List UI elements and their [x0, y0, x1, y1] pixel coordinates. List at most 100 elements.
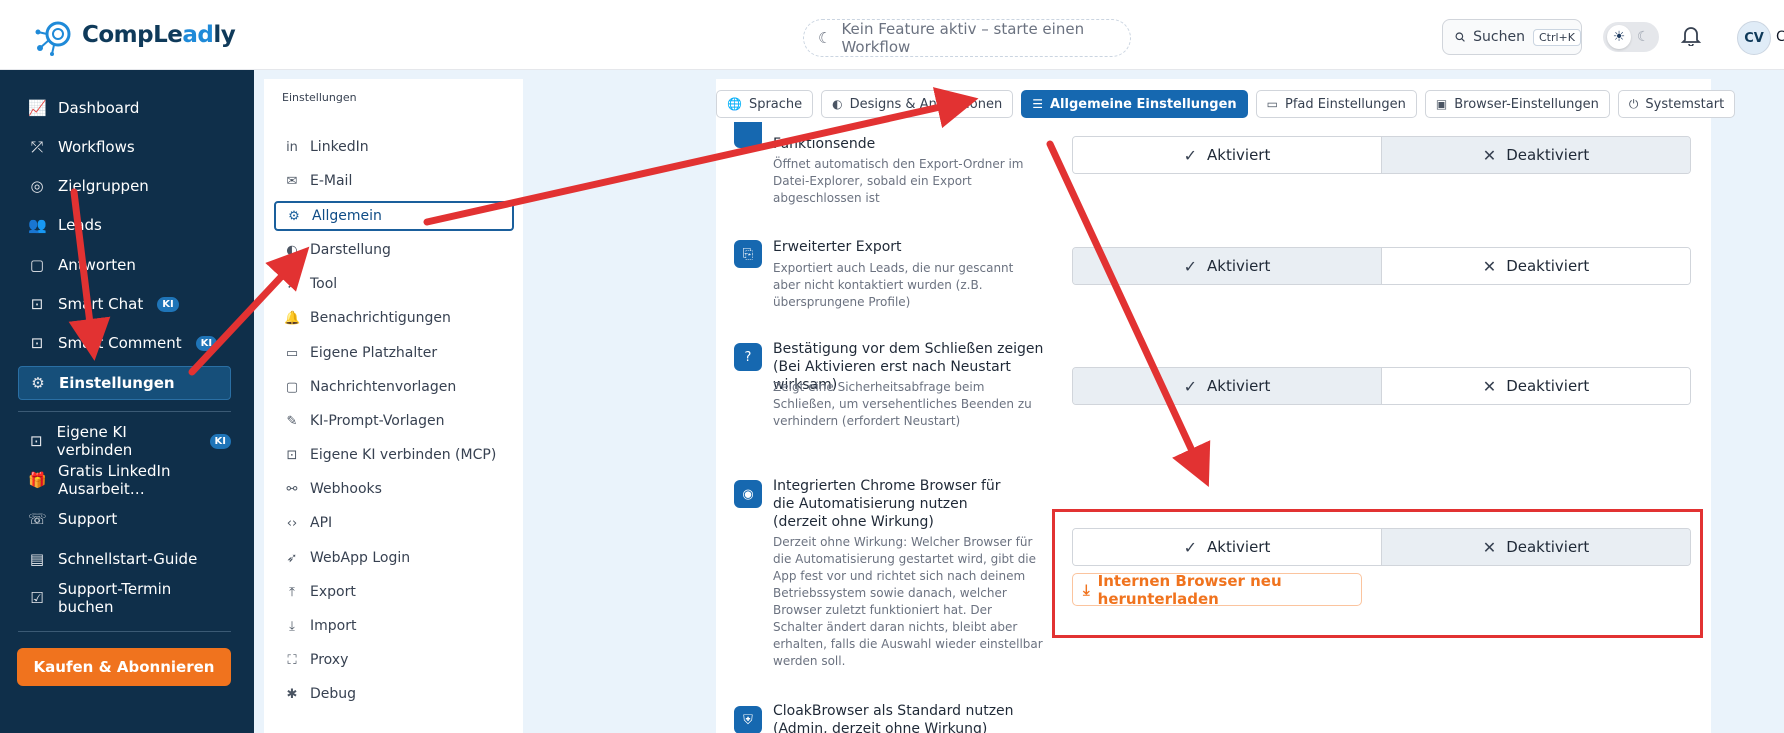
code-icon: ‹› [286, 515, 298, 531]
ki-badge: KI [157, 296, 179, 312]
check-icon: ✓ [1183, 256, 1198, 276]
toggle-deactivated-button[interactable]: ✕ Deaktiviert [1381, 368, 1690, 404]
toggle-deactivated-button[interactable]: ✕ Deaktiviert [1381, 137, 1690, 173]
tab-designs-animationen[interactable]: ◐ Designs & Animationen [821, 90, 1014, 118]
message-icon: ▢ [29, 256, 45, 274]
bot-icon: ⊡ [286, 447, 298, 463]
import-icon: ⤓ [289, 618, 295, 634]
calendar-icon: ☑ [30, 589, 44, 607]
sidebar-item-leads[interactable]: 👥 Leads [18, 208, 231, 242]
settings-menu-item-proxy[interactable]: ⛶ Proxy [274, 645, 514, 675]
bot-icon: ⊡ [30, 334, 44, 352]
toggle-bestaetigung: ✓ Aktiviert ✕ Deaktiviert [1072, 367, 1691, 405]
user-name-fragment: C [1776, 29, 1784, 45]
sidebar-item-einstellungen[interactable]: ⚙ Einstellungen [18, 366, 231, 400]
toggle-activated-button[interactable]: ✓ Aktiviert [1073, 137, 1381, 173]
settings-menu-item-benachrichtigungen[interactable]: 🔔 Benachrichtigungen [274, 303, 514, 333]
setting-desc-bestaetigung: Zeigt eine Sicherheitsabfrage beim Schli… [773, 380, 1032, 428]
sidebar-item-workflows[interactable]: ⤱ Workflows [18, 130, 231, 164]
target-icon: ◎ [30, 177, 44, 195]
search-icon [1455, 32, 1465, 42]
toggle-activated-button[interactable]: ✓ Aktiviert [1073, 248, 1381, 284]
settings-menu-item-darstellung[interactable]: ◐ Darstellung [274, 235, 514, 265]
ki-badge: KI [195, 335, 218, 351]
sidebar-item-dashboard[interactable]: 📈 Dashboard [18, 91, 231, 125]
settings-menu-item-eigene-platzhalter[interactable]: ▭ Eigene Platzhalter [274, 338, 514, 368]
linkedin-icon: in [286, 139, 298, 155]
settings-menu-item-eigene-ki-verbinden-mcp[interactable]: ⊡ Eigene KI verbinden (MCP) [274, 440, 514, 470]
sliders-icon: ☰ [1032, 97, 1043, 111]
close-icon: ✕ [1482, 145, 1497, 165]
bot-icon: ⊡ [30, 295, 44, 313]
globe-icon: 🌐 [727, 97, 742, 111]
settings-menu-item-tool[interactable]: ⚒ Tool [274, 269, 514, 299]
search-shortcut: Ctrl+K [1532, 28, 1581, 46]
settings-menu-item-export[interactable]: ⤒ Export [274, 577, 514, 607]
placeholder-icon: ▭ [285, 345, 299, 361]
settings-menu-item-import[interactable]: ⤓ Import [274, 611, 514, 641]
tab-systemstart[interactable]: ⏻ Systemstart [1617, 90, 1736, 118]
sidebar-item-antworten[interactable]: ▢ Antworten [18, 248, 231, 282]
close-icon: ✕ [1482, 256, 1497, 276]
theme-toggle[interactable]: ☀ ☾ [1603, 22, 1659, 52]
question-icon: ? [734, 343, 762, 371]
webhook-icon: ⚯ [286, 481, 298, 497]
settings-menu-item-webhooks[interactable]: ⚯ Webhooks [274, 474, 514, 504]
wand-icon: ✎ [286, 413, 298, 429]
tab-allgemeine-einstellungen[interactable]: ☰ Allgemeine Einstellungen [1021, 90, 1248, 118]
sidebar-item-support-termin[interactable]: ☑ Support-Termin buchen [18, 580, 231, 616]
cloak-icon: ⛨ [734, 706, 762, 733]
export-doc-icon: ⎘ [734, 240, 762, 268]
search-label: Suchen [1473, 29, 1525, 45]
sidebar-item-smart-comment[interactable]: ⊡ Smart Comment KI [18, 326, 231, 360]
settings-menu-item-ki-prompt-vorlagen[interactable]: ✎ KI-Prompt-Vorlagen [274, 406, 514, 436]
settings-menu-item-e-mail[interactable]: ✉ E-Mail [274, 166, 514, 196]
settings-menu-item-webapp-login[interactable]: ➶ WebApp Login [274, 543, 514, 573]
tab-pfad-einstellungen[interactable]: ▭ Pfad Einstellungen [1255, 90, 1417, 118]
gear-icon: ⚙ [288, 208, 300, 224]
settings-menu-item-linkedin[interactable]: in LinkedIn [274, 132, 514, 162]
tab-sprache[interactable]: 🌐 Sprache [716, 90, 814, 118]
export-icon: ⤒ [289, 584, 295, 600]
annotation-highlight-box [1052, 509, 1703, 638]
palette-icon: ◐ [286, 242, 298, 258]
notification-bell-icon[interactable] [1680, 24, 1702, 51]
settings-menu-item-allgemein[interactable]: ⚙ Allgemein [274, 201, 514, 231]
sidebar-divider [18, 631, 231, 632]
sidebar-item-eigene-ki[interactable]: ⊡ Eigene KI verbinden KI [18, 423, 231, 459]
support-icon: ☏ [28, 510, 47, 528]
mail-icon: ✉ [286, 173, 298, 189]
bell-icon: 🔔 [284, 310, 301, 326]
buy-subscribe-button[interactable]: Kaufen & Abonnieren [17, 648, 231, 686]
user-avatar[interactable]: CV [1737, 21, 1771, 55]
close-icon: ✕ [1482, 376, 1497, 396]
rocket-icon: ➶ [286, 550, 298, 566]
bug-icon: ✱ [286, 686, 298, 702]
power-icon: ⏻ [1628, 96, 1639, 111]
feature-status-pill[interactable]: ☾ Kein Feature aktiv – starte einen Work… [803, 19, 1131, 57]
template-icon: ▢ [285, 379, 299, 395]
sidebar-item-smart-chat[interactable]: ⊡ Smart Chat KI [18, 287, 231, 321]
toggle-activated-button[interactable]: ✓ Aktiviert [1073, 368, 1381, 404]
moon-icon: ☾ [1637, 29, 1650, 45]
settings-menu-title: Einstellungen [282, 91, 357, 104]
network-icon: ⛶ [287, 652, 297, 668]
browser-icon: ▣ [1435, 97, 1448, 111]
settings-menu-item-api[interactable]: ‹› API [274, 508, 514, 538]
setting-desc-erweiterter-export: Exportiert auch Leads, die nur gescannt … [773, 261, 1014, 309]
sidebar-item-zielgruppen[interactable]: ◎ Zielgruppen [18, 169, 231, 203]
toggle-erweiterter-export: ✓ Aktiviert ✕ Deaktiviert [1072, 247, 1691, 285]
toggle-deactivated-button[interactable]: ✕ Deaktiviert [1381, 248, 1690, 284]
app-logo[interactable]: CompLeadly [34, 14, 236, 56]
sidebar-item-gratis-linkedin[interactable]: 🎁 Gratis LinkedIn Ausarbeit… [18, 462, 231, 498]
bot-icon: ⊡ [30, 432, 43, 450]
tab-browser-einstellungen[interactable]: ▣ Browser-Einstellungen [1424, 90, 1610, 118]
sidebar-item-schnellstart[interactable]: ▤ Schnellstart-Guide [18, 542, 231, 576]
search-button[interactable]: Suchen Ctrl+K [1442, 19, 1582, 55]
tool-icon: ⚒ [286, 276, 298, 292]
book-icon: ▤ [29, 550, 45, 568]
main-sidebar: 📈 Dashboard ⤱ Workflows ◎ Zielgruppen 👥 … [0, 70, 254, 733]
settings-menu-item-nachrichtenvorlagen[interactable]: ▢ Nachrichtenvorlagen [274, 372, 514, 402]
sidebar-item-support[interactable]: ☏ Support [18, 502, 231, 536]
settings-menu-item-debug[interactable]: ✱ Debug [274, 679, 514, 709]
